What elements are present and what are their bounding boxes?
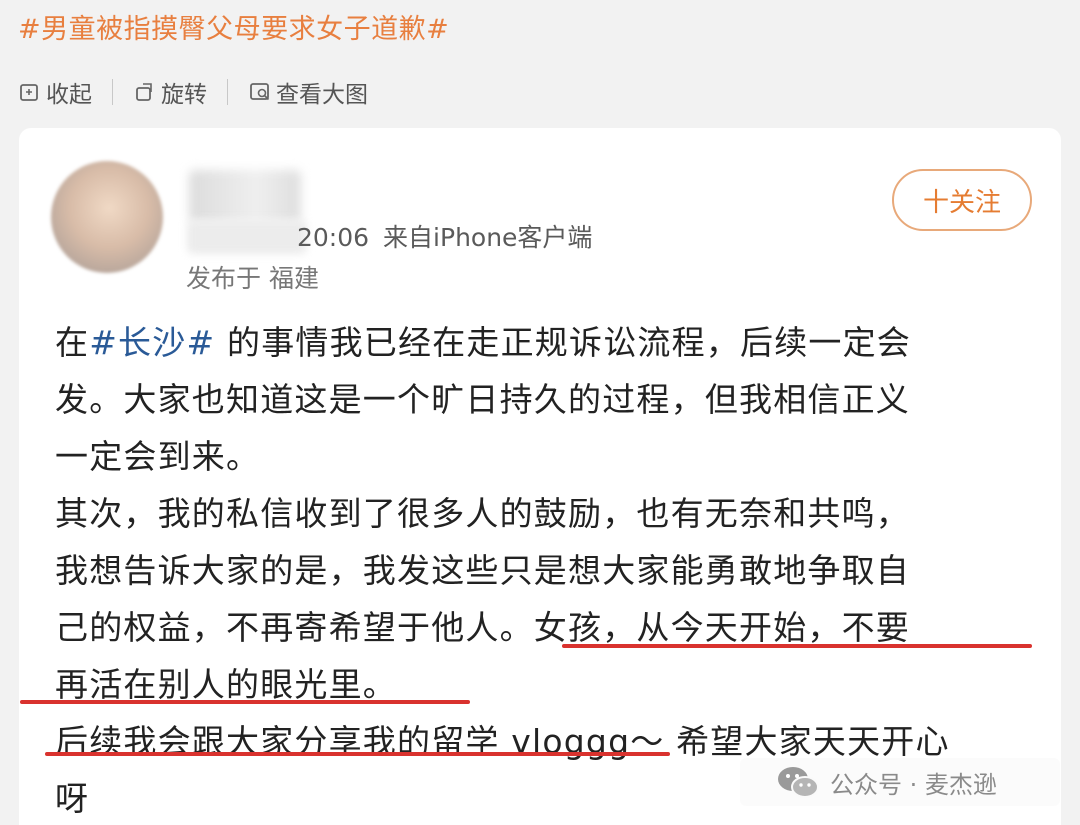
post-source: 来自iPhone客户端 bbox=[383, 223, 593, 252]
watermark: 公众号 · 麦杰逊 bbox=[740, 758, 1060, 806]
rotate-icon bbox=[133, 80, 157, 104]
avatar[interactable] bbox=[51, 161, 163, 273]
topic-hashtag[interactable]: #男童被指摸臀父母要求女子道歉# bbox=[18, 10, 449, 50]
rotate-label: 旋转 bbox=[161, 82, 207, 108]
collapse-icon bbox=[18, 80, 42, 104]
post-meta: 20:06 来自iPhone客户端 bbox=[297, 218, 592, 258]
post-line: 发。大家也知道这是一个旷日持久的过程，但我相信正义 bbox=[55, 380, 910, 419]
post-line: 其次，我的私信收到了很多人的鼓励，也有无奈和共鸣， bbox=[55, 494, 910, 533]
watermark-text: 公众号 · 麦杰逊 bbox=[830, 770, 997, 799]
toolbar-divider bbox=[112, 79, 113, 105]
hashtag-link[interactable]: #长沙# bbox=[89, 323, 215, 362]
post-location: 发布于 福建 bbox=[186, 264, 319, 293]
collapse-button[interactable]: 收起 bbox=[18, 75, 92, 109]
post-time: 20:06 bbox=[297, 223, 370, 252]
date-redacted bbox=[187, 220, 307, 254]
red-underline-annotation bbox=[45, 752, 670, 756]
post-line: 再活在别人的眼光里。 bbox=[55, 665, 397, 704]
post-text: 的事情我已经在走正规诉讼流程，后续一定会 bbox=[215, 323, 912, 362]
weibo-post-card: 20:06 来自iPhone客户端 发布于 福建 十关注 在#长沙# 的事情我已经… bbox=[19, 128, 1061, 825]
rotate-button[interactable]: 旋转 bbox=[133, 75, 207, 109]
username-redacted bbox=[189, 170, 301, 222]
view-large-icon bbox=[248, 80, 272, 104]
post-text: 在 bbox=[55, 323, 90, 362]
follow-button[interactable]: 十关注 bbox=[892, 169, 1032, 231]
screenshot-stage: #男童被指摸臀父母要求女子道歉# 收起 旋转 查看大图 20:06 来自iPho… bbox=[0, 0, 1080, 825]
post-line: 我想告诉大家的是，我发这些只是想大家能勇敢地争取自 bbox=[55, 551, 910, 590]
toolbar-divider bbox=[227, 79, 228, 105]
red-underline-annotation bbox=[20, 700, 470, 704]
collapse-label: 收起 bbox=[46, 82, 92, 108]
view-large-button[interactable]: 查看大图 bbox=[248, 75, 368, 109]
image-toolbar: 收起 旋转 查看大图 bbox=[18, 70, 368, 114]
red-underline-annotation bbox=[562, 644, 1032, 648]
wechat-icon bbox=[740, 763, 820, 801]
post-body: 在#长沙# 的事情我已经在走正规诉讼流程，后续一定会 发。大家也知道这是一个旷日… bbox=[55, 314, 1045, 825]
post-line: 一定会到来。 bbox=[55, 437, 261, 476]
view-large-label: 查看大图 bbox=[276, 82, 368, 108]
post-line: 在#长沙# 的事情我已经在走正规诉讼流程，后续一定会 bbox=[55, 314, 1045, 371]
